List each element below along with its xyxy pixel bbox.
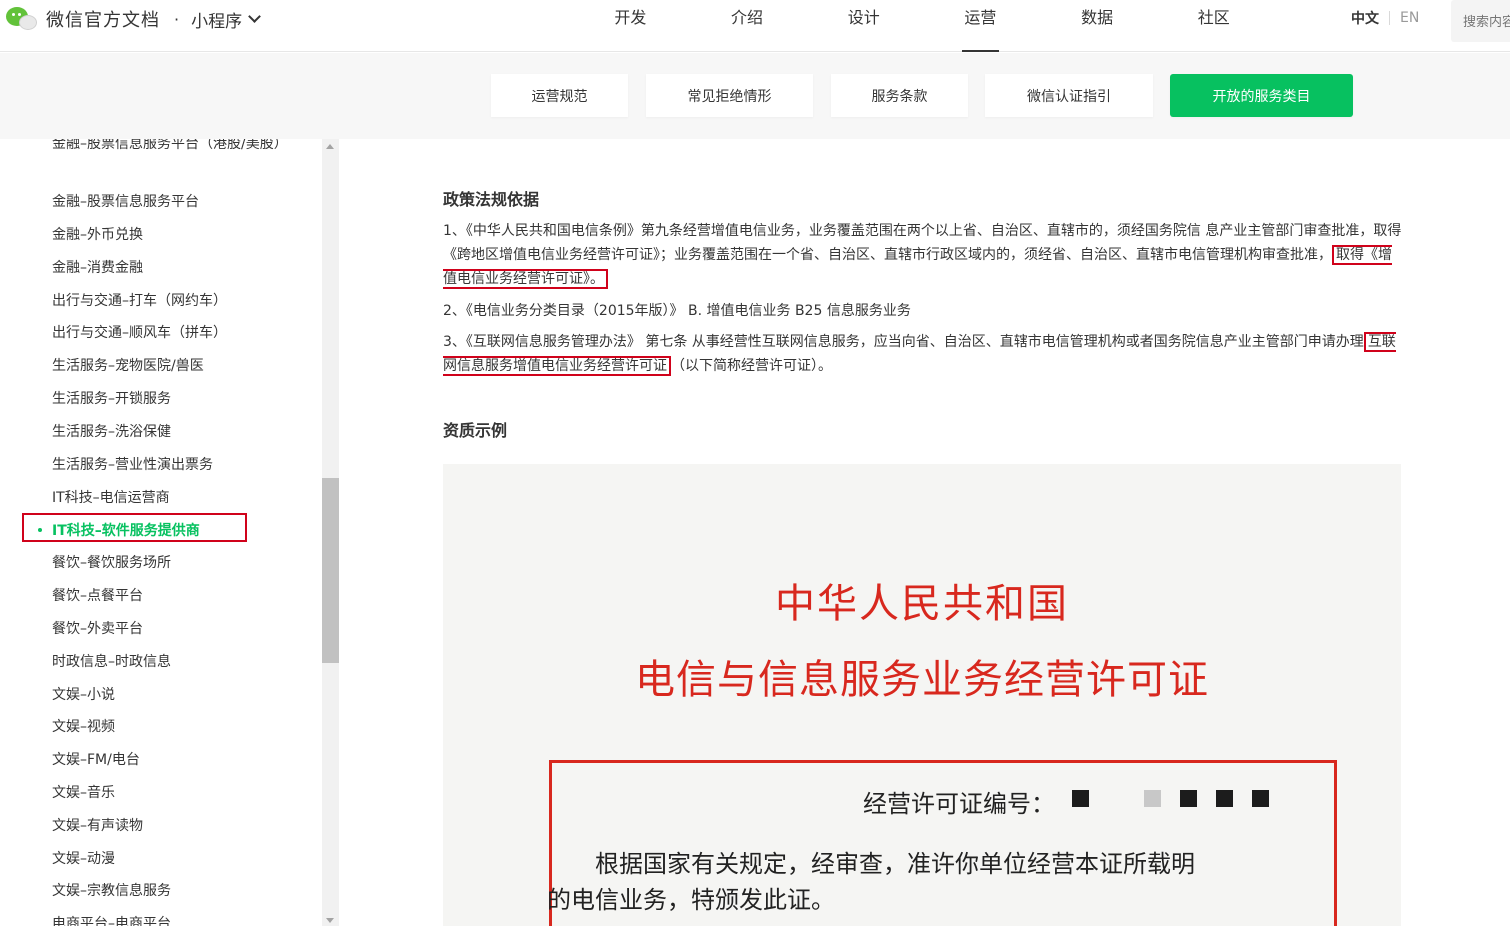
sidebar: 金融–股票信息服务平台（港股/美股） 金融–股票信息服务平台 金融–外币兑换 金… xyxy=(0,139,322,926)
certificate-body-line-2: 的电信业务，特颁发此证。 xyxy=(547,886,835,914)
sidebar-item[interactable]: 生活服务–洗浴保健 xyxy=(52,421,171,441)
license-number-label: 经营许可证编号： xyxy=(863,790,1055,818)
subnav-operation-rules[interactable]: 运营规范 xyxy=(491,74,628,117)
sidebar-item[interactable]: 文娱–动漫 xyxy=(52,848,115,868)
sidebar-item[interactable]: IT科技–电信运营商 xyxy=(52,487,170,507)
main-content: 政策法规依据 1、《中华人民共和国电信条例》第九条经营增值电信业务，业务覆盖范围… xyxy=(339,139,1510,926)
brand[interactable]: 微信官方文档 · 小程序 xyxy=(6,4,261,34)
policy-paragraph-2: 2、《电信业务分类目录（2015年版）》 B. 增值电信业务 B25 信息服务业… xyxy=(443,299,1403,323)
brand-separator: · xyxy=(174,9,180,29)
certificate-subtitle: 电信与信息服务业务经营许可证 xyxy=(635,657,1209,703)
nav-data[interactable]: 数据 xyxy=(1039,0,1156,52)
sidebar-item[interactable]: 文娱–视频 xyxy=(52,716,115,736)
redacted-block xyxy=(1072,790,1089,807)
sidebar-item[interactable]: 生活服务–宠物医院/兽医 xyxy=(52,355,204,375)
sidebar-item[interactable]: 文娱–有声读物 xyxy=(52,815,143,835)
sidebar-item[interactable]: 生活服务–营业性演出票务 xyxy=(52,454,213,474)
nav-intro[interactable]: 介绍 xyxy=(689,0,806,52)
sidebar-item[interactable]: 金融–股票信息服务平台 xyxy=(52,191,199,211)
policy-paragraph-3: 3、《互联网信息服务管理办法》 第七条 从事经营性互联网信息服务，应当向省、自治… xyxy=(443,330,1403,378)
language-switch: 中文 EN xyxy=(1351,0,1419,36)
certificate-body-line-1: 根据国家有关规定，经审查，准许你单位经营本证所载明 xyxy=(595,850,1195,878)
sidebar-item[interactable]: 电商平台–电商平台 xyxy=(52,913,171,926)
annotation-highlight-box xyxy=(22,513,247,542)
main-nav: 开发 介绍 设计 运营 数据 社区 xyxy=(572,0,1272,52)
lang-divider xyxy=(1389,11,1390,25)
sidebar-item[interactable]: 文娱–小说 xyxy=(52,684,115,704)
sidebar-item[interactable]: 金融–消费金融 xyxy=(52,257,143,277)
sidebar-item[interactable]: 金融–股票信息服务平台（港股/美股） xyxy=(52,139,292,156)
sidebar-item[interactable]: 生活服务–开锁服务 xyxy=(52,388,171,408)
sidebar-item[interactable]: 金融–外币兑换 xyxy=(52,224,143,244)
section-title-example: 资质示例 xyxy=(443,421,508,440)
policy-paragraph-1: 1、《中华人民共和国电信条例》第九条经营增值电信业务，业务覆盖范围在两个以上省、… xyxy=(443,219,1403,291)
sidebar-item[interactable]: 出行与交通–顺风车（拼车） xyxy=(52,322,227,342)
nav-develop[interactable]: 开发 xyxy=(572,0,689,52)
sidebar-item[interactable]: 文娱–音乐 xyxy=(52,782,115,802)
scroll-down-arrow-icon[interactable] xyxy=(326,918,334,923)
scroll-up-arrow-icon[interactable] xyxy=(326,144,334,149)
sub-nav: 运营规范 常见拒绝情形 服务条款 微信认证指引 开放的服务类目 xyxy=(0,53,1510,139)
sidebar-item[interactable]: 餐饮–外卖平台 xyxy=(52,618,143,638)
policy-1-source: 1、《中华人民共和国电信条例》第九条 xyxy=(443,223,683,239)
nav-design[interactable]: 设计 xyxy=(805,0,922,52)
redacted-block xyxy=(1180,790,1197,807)
policy-3-tail: （以下简称经营许可证）。 xyxy=(671,358,832,374)
certificate-example-image: 中华人民共和国 电信与信息服务业务经营许可证 经营许可证编号： 根据国家有关规定… xyxy=(443,464,1401,926)
nav-community[interactable]: 社区 xyxy=(1155,0,1272,52)
sidebar-item[interactable]: 文娱–宗教信息服务 xyxy=(52,880,171,900)
policy-3-source: 3、《互联网信息服务管理办法》 第七条 xyxy=(443,334,688,350)
subnav-terms[interactable]: 服务条款 xyxy=(831,74,968,117)
certificate-title: 中华人民共和国 xyxy=(775,581,1069,627)
sidebar-item[interactable]: 文娱–FM/电台 xyxy=(52,749,140,769)
policy-3-text: 从事经营性互联网信息服务，应当向省、自治区、直辖市电信管理机构或者国务院信息产业… xyxy=(687,334,1364,350)
redacted-block xyxy=(1144,790,1161,807)
subnav-certification-guide[interactable]: 微信认证指引 xyxy=(985,74,1153,117)
brand-title[interactable]: 微信官方文档 xyxy=(46,6,160,32)
policy-2-source: 2、《电信业务分类目录（2015年版）》 xyxy=(443,303,684,319)
sidebar-item[interactable]: 时政信息–时政信息 xyxy=(52,651,171,671)
lang-en[interactable]: EN xyxy=(1400,10,1419,26)
section-title-policy: 政策法规依据 xyxy=(443,190,540,209)
sidebar-item[interactable]: 餐饮–餐饮服务场所 xyxy=(52,552,171,572)
sidebar-item[interactable]: 出行与交通–打车（网约车） xyxy=(52,290,227,310)
sidebar-item[interactable]: 餐饮–点餐平台 xyxy=(52,585,143,605)
chevron-down-icon[interactable] xyxy=(248,10,261,23)
scrollbar-thumb[interactable] xyxy=(322,478,339,663)
redacted-block xyxy=(1216,790,1233,807)
policy-2-text: B. 增值电信业务 B25 信息服务业务 xyxy=(683,303,911,319)
search-input[interactable] xyxy=(1451,0,1510,42)
redacted-block xyxy=(1252,790,1269,807)
subnav-open-categories[interactable]: 开放的服务类目 xyxy=(1170,74,1353,117)
product-switcher-label[interactable]: 小程序 xyxy=(191,7,242,32)
wechat-logo-icon xyxy=(6,5,38,33)
nav-operation[interactable]: 运营 xyxy=(922,0,1039,52)
lang-zh[interactable]: 中文 xyxy=(1351,8,1379,28)
top-header: 微信官方文档 · 小程序 开发 介绍 设计 运营 数据 社区 中文 EN xyxy=(0,0,1510,52)
subnav-rejection-cases[interactable]: 常见拒绝情形 xyxy=(646,74,813,117)
sidebar-scrollbar[interactable] xyxy=(322,139,339,926)
